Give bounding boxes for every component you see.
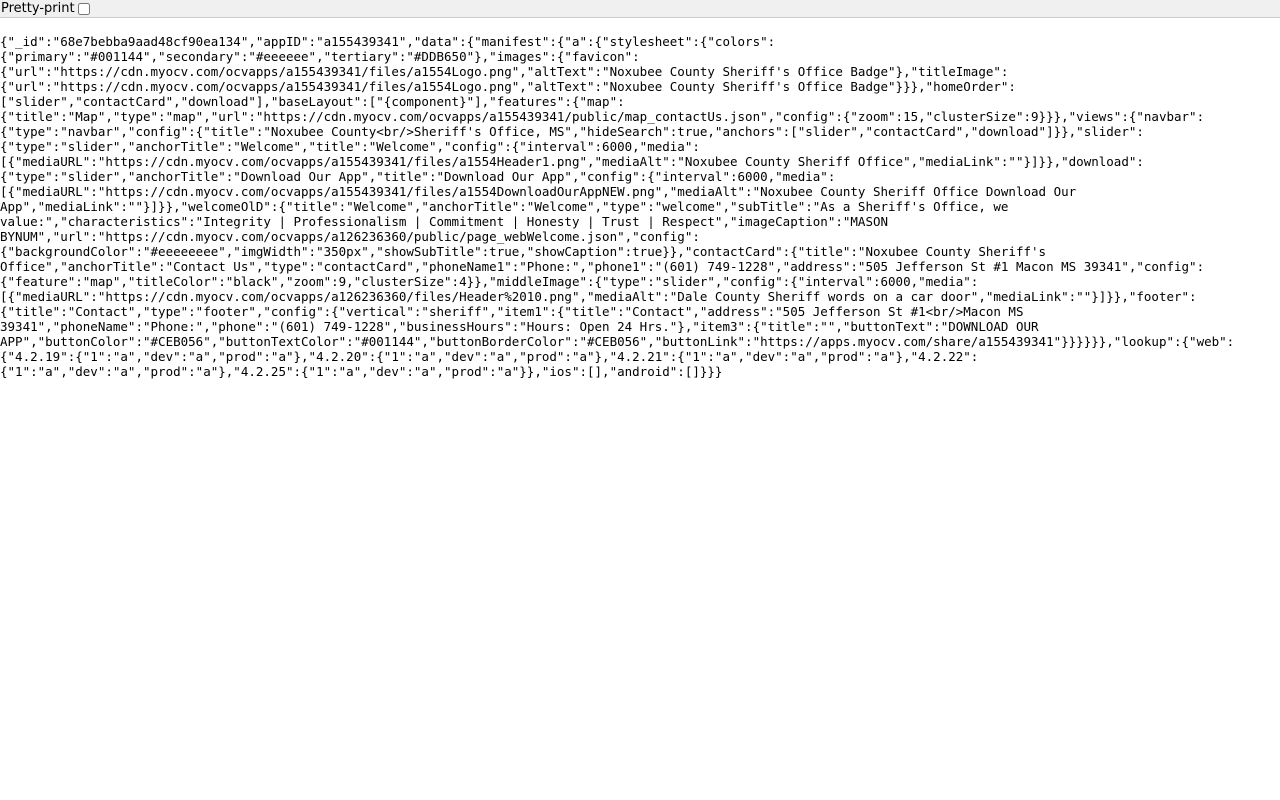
raw-json-content: {"_id":"68e7bebba9aad48cf90ea134","appID…: [0, 34, 1235, 379]
pretty-print-label: Pretty-print: [1, 1, 75, 16]
json-viewer-toolbar: Pretty-print: [0, 0, 1280, 18]
pretty-print-toggle[interactable]: Pretty-print: [1, 1, 90, 16]
pretty-print-checkbox[interactable]: [77, 2, 90, 15]
